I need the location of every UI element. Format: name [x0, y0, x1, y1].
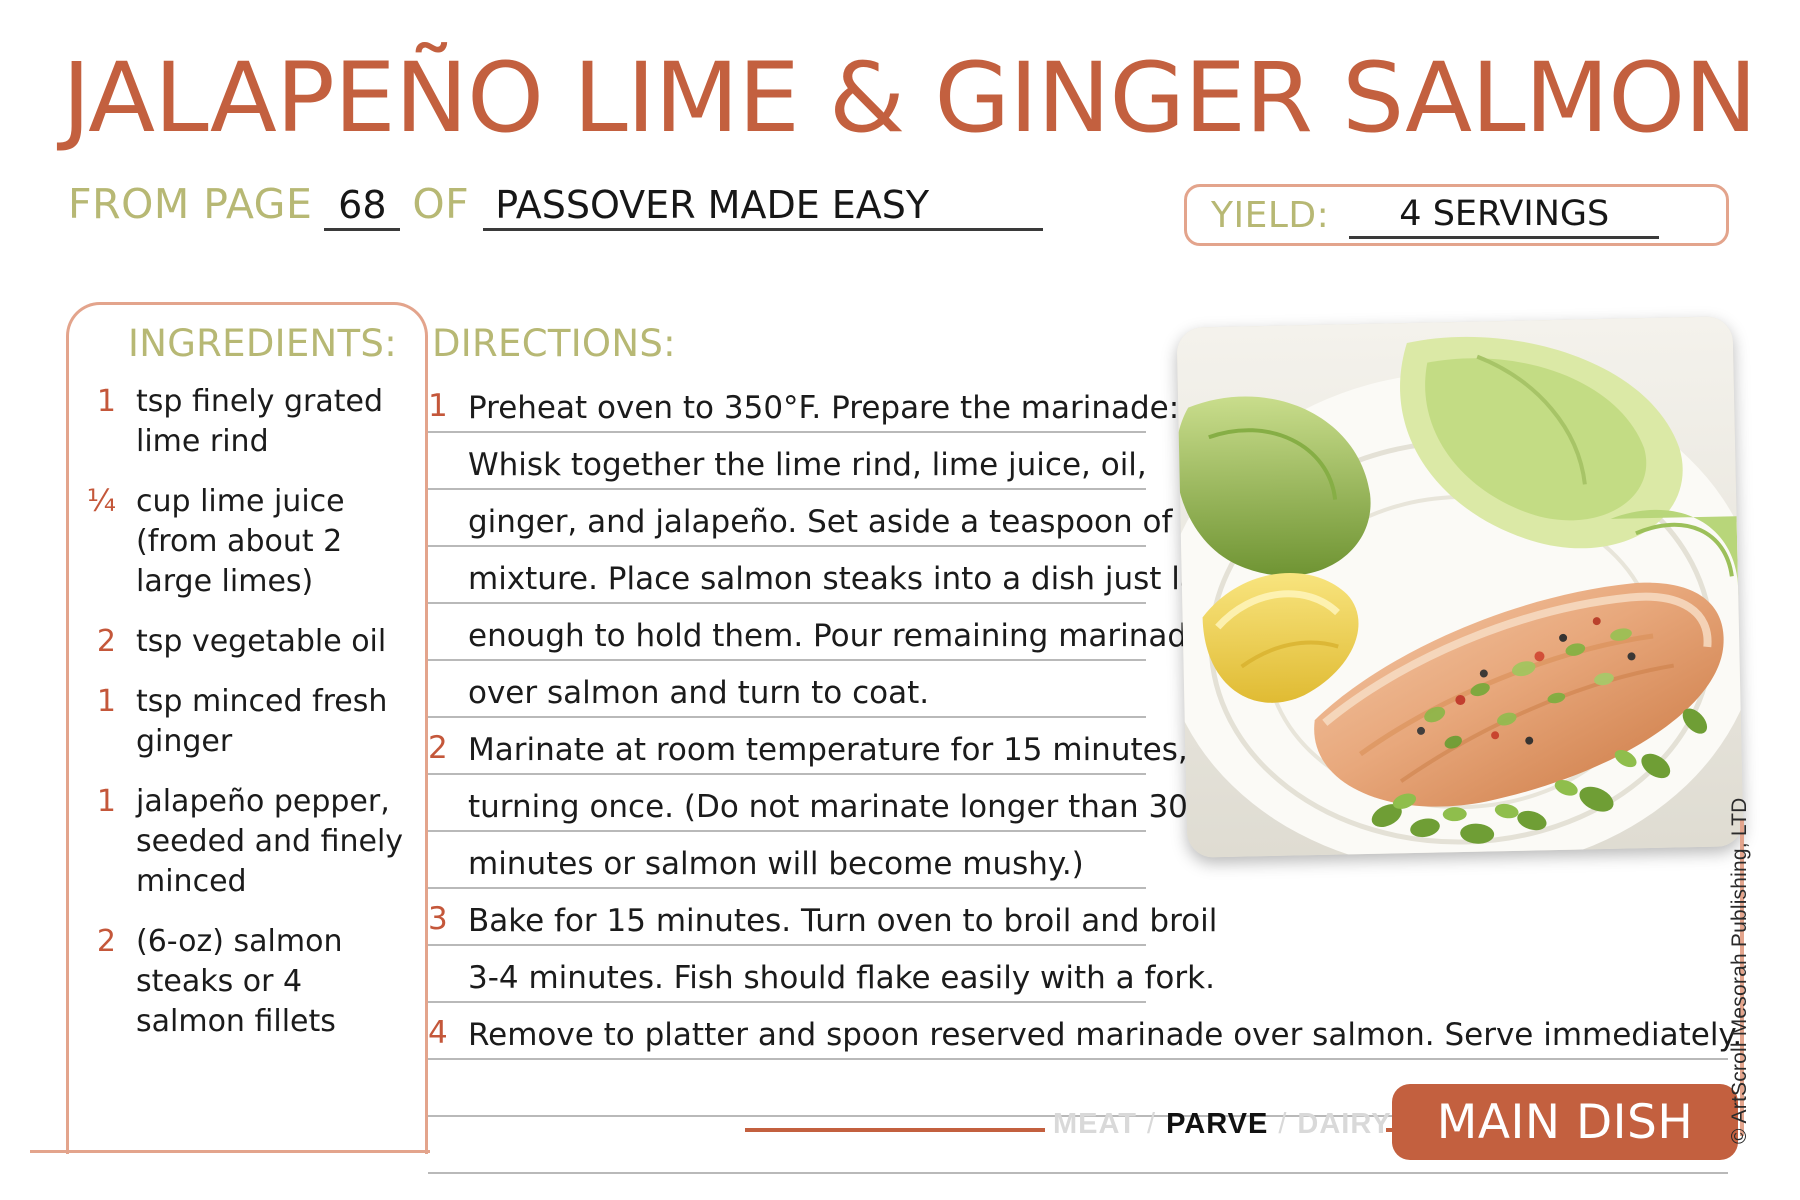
list-item: ¼ cup lime juice (from about 2 large lim… — [80, 482, 410, 602]
bottom-left-border-accent — [30, 1150, 430, 1153]
ingredient-text: cup lime juice (from about 2 large limes… — [136, 484, 345, 599]
yield-label: YIELD: — [1211, 194, 1330, 236]
kosher-meat-label[interactable]: MEAT — [1053, 1108, 1137, 1141]
kosher-parve-label[interactable]: PARVE — [1166, 1108, 1268, 1141]
book-title-field[interactable]: PASSOVER MADE EASY — [483, 182, 1044, 231]
step-text: mixture. Place salmon steaks into a dish… — [468, 561, 1250, 597]
step-text: enough to hold them. Pour remaining mari… — [468, 618, 1207, 654]
page-number-field[interactable]: 68 — [324, 182, 401, 231]
status-badge: MAIN DISH — [1392, 1084, 1738, 1160]
ingredient-text: tsp minced fresh ginger — [136, 684, 388, 759]
list-item: 1 tsp finely grated lime rind — [80, 382, 410, 462]
list-item: 1 tsp minced fresh ginger — [80, 682, 410, 762]
salmon-dish-illustration — [1176, 316, 1744, 858]
ingredient-text: (6-oz) salmon steaks or 4 salmon fillets — [136, 924, 343, 1039]
kosher-separator-2: / — [1278, 1108, 1288, 1140]
ingredient-quantity: 2 — [96, 624, 116, 659]
step-number: 1 — [428, 388, 448, 424]
direction-line: Whisk together the lime rind, lime juice… — [428, 433, 1147, 490]
ingredient-quantity: ¼ — [86, 484, 116, 519]
ingredients-heading: INGREDIENTS: — [128, 322, 397, 365]
direction-line: mixture. Place salmon steaks into a dish… — [428, 547, 1250, 604]
step-text — [428, 1111, 468, 1115]
step-text: turning once. (Do not marinate longer th… — [468, 789, 1188, 825]
list-item: 2 (6-oz) salmon steaks or 4 salmon fille… — [80, 922, 410, 1042]
recipe-photo — [1176, 316, 1744, 858]
direction-line: over salmon and turn to coat. — [428, 661, 1146, 718]
step-text: over salmon and turn to coat. — [468, 675, 930, 711]
direction-line: enough to hold them. Pour remaining mari… — [428, 604, 1206, 661]
direction-line: ginger, and jalapeño. Set aside a teaspo… — [428, 490, 1233, 547]
direction-line: 4 Remove to platter and spoon reserved m… — [428, 1003, 1742, 1060]
direction-line: 1 Preheat oven to 350°F. Prepare the mar… — [428, 376, 1179, 433]
ingredient-quantity: 1 — [96, 684, 116, 719]
step-number: 2 — [428, 730, 448, 766]
ingredient-text: tsp finely grated lime rind — [136, 384, 383, 459]
direction-line: 3-4 minutes. Fish should flake easily wi… — [428, 946, 1215, 1003]
list-item: 1 jalapeño pepper, seeded and finely min… — [80, 782, 410, 902]
recipe-card: JALAPEÑO LIME & GINGER SALMON FROM PAGE … — [0, 0, 1800, 1200]
step-text: 3-4 minutes. Fish should flake easily wi… — [468, 960, 1215, 996]
step-text: Whisk together the lime rind, lime juice… — [468, 447, 1147, 483]
direction-line: turning once. (Do not marinate longer th… — [428, 775, 1188, 832]
of-label: OF — [412, 180, 470, 228]
step-text: minutes or salmon will become mushy.) — [468, 846, 1084, 882]
step-number: 3 — [428, 901, 448, 937]
list-item: 2 tsp vegetable oil — [80, 622, 410, 662]
ingredient-text: tsp vegetable oil — [136, 624, 387, 659]
direction-line: minutes or salmon will become mushy.) — [428, 832, 1146, 889]
page-title: JALAPEÑO LIME & GINGER SALMON — [62, 42, 1757, 154]
yield-box: YIELD: 4 SERVINGS — [1184, 184, 1729, 246]
direction-line-blank — [428, 1174, 1728, 1200]
step-text: Marinate at room temperature for 15 minu… — [468, 732, 1188, 768]
ingredients-list: 1 tsp finely grated lime rind ¼ cup lime… — [80, 382, 410, 1062]
step-text: Remove to platter and spoon reserved mar… — [468, 1017, 1743, 1053]
kosher-designation: MEAT / PARVE / DAIRY — [1053, 1108, 1392, 1141]
ingredient-quantity: 1 — [96, 784, 116, 819]
ingredient-quantity: 2 — [96, 924, 116, 959]
step-text: ginger, and jalapeño. Set aside a teaspo… — [468, 504, 1234, 540]
step-text: Preheat oven to 350°F. Prepare the marin… — [468, 390, 1180, 426]
yield-value-field[interactable]: 4 SERVINGS — [1349, 192, 1660, 239]
step-text — [428, 1168, 468, 1172]
ingredient-quantity: 1 — [96, 384, 116, 419]
direction-line: 3 Bake for 15 minutes. Turn oven to broi… — [428, 889, 1217, 946]
direction-line: 2 Marinate at room temperature for 15 mi… — [428, 718, 1188, 775]
step-text: Bake for 15 minutes. Turn oven to broil … — [468, 903, 1218, 939]
directions-heading: DIRECTIONS: — [432, 322, 676, 365]
source-reference-row: FROM PAGE 68 OF PASSOVER MADE EASY — [68, 180, 1044, 232]
copyright-notice: © ArtScroll Mesorah Publishing, LTD — [1728, 797, 1751, 1144]
from-page-label: FROM PAGE — [68, 180, 313, 228]
kosher-separator-1: / — [1147, 1108, 1157, 1140]
step-number: 4 — [428, 1015, 448, 1051]
footer-rule-left — [745, 1128, 1045, 1132]
kosher-dairy-label[interactable]: DAIRY — [1297, 1108, 1391, 1141]
ingredient-text: jalapeño pepper, seeded and finely mince… — [136, 784, 404, 899]
